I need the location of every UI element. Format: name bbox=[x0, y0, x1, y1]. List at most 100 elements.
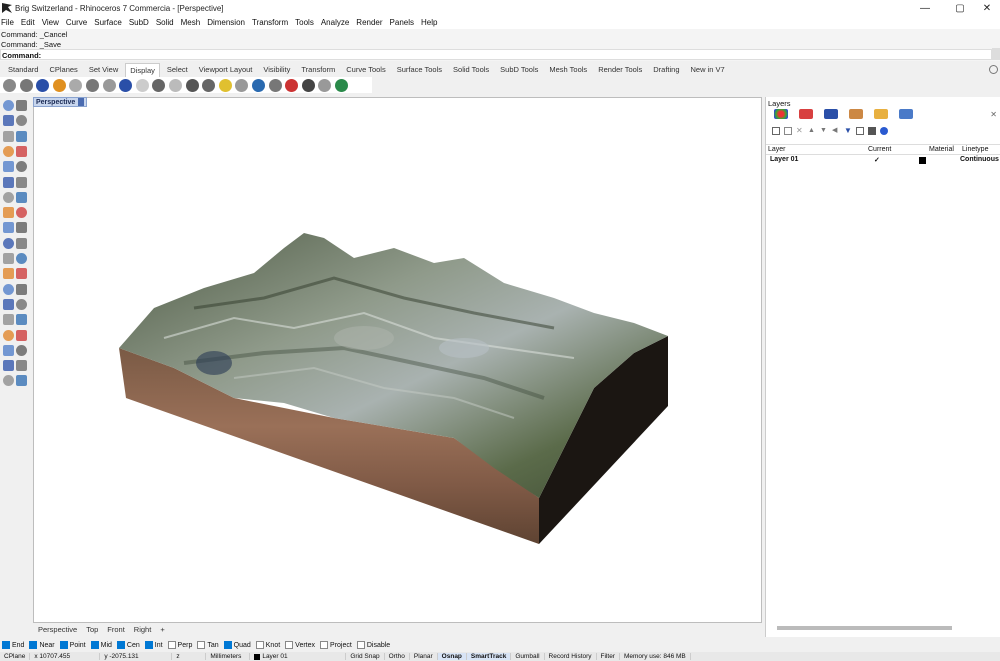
column-header-material[interactable]: Material bbox=[929, 146, 954, 153]
tab-set-view[interactable]: Set View bbox=[85, 63, 122, 77]
delete-icon[interactable]: ✕ bbox=[796, 127, 804, 135]
arctic-icon[interactable] bbox=[135, 78, 149, 92]
render-icon[interactable] bbox=[3, 375, 14, 387]
mirror-icon[interactable] bbox=[16, 298, 27, 310]
offset-icon[interactable] bbox=[3, 176, 14, 188]
check-icon[interactable] bbox=[16, 360, 27, 372]
move-icon[interactable] bbox=[3, 283, 14, 295]
perspective-viewport[interactable] bbox=[33, 97, 762, 623]
render-tab-icon[interactable] bbox=[849, 109, 863, 119]
split-icon[interactable] bbox=[16, 253, 27, 264]
layers-tab-icon[interactable] bbox=[799, 109, 813, 119]
toggle-record-history[interactable]: Record History bbox=[545, 653, 597, 660]
layer-tools-icon[interactable] bbox=[856, 127, 864, 135]
checkbox-icon[interactable] bbox=[167, 641, 176, 649]
menu-item-file[interactable]: File bbox=[1, 18, 14, 27]
tab-curve-tools[interactable]: Curve Tools bbox=[342, 63, 389, 77]
menu-item-subd[interactable]: SubD bbox=[129, 18, 149, 27]
fillet-icon[interactable] bbox=[16, 176, 27, 188]
checkbox-icon[interactable] bbox=[285, 641, 294, 649]
display-settings-icon[interactable] bbox=[285, 78, 299, 92]
cylinder-icon[interactable] bbox=[3, 222, 14, 234]
toggle-smarttrack[interactable]: SmartTrack bbox=[466, 653, 512, 660]
osnap-vertex[interactable]: Vertex bbox=[285, 641, 315, 649]
wireframe-icon[interactable] bbox=[3, 78, 16, 92]
array-icon[interactable] bbox=[3, 314, 14, 326]
help-tab-icon[interactable] bbox=[899, 109, 913, 119]
help-icon[interactable] bbox=[880, 127, 888, 135]
new-sublayer-icon[interactable] bbox=[784, 127, 792, 135]
polyline-icon[interactable] bbox=[3, 115, 14, 127]
checkbox-icon[interactable] bbox=[2, 641, 10, 649]
table-row[interactable]: Layer 01 ✓ Continuous bbox=[766, 155, 1000, 166]
viewport-tab-front[interactable]: Front bbox=[107, 625, 125, 634]
layer-linetype[interactable]: Continuous bbox=[960, 156, 999, 163]
osnap-near[interactable]: Near bbox=[29, 641, 55, 649]
toggle-osnap[interactable]: Osnap bbox=[437, 653, 467, 660]
technical-icon[interactable] bbox=[85, 78, 99, 92]
menu-item-transform[interactable]: Transform bbox=[252, 18, 288, 27]
join-icon[interactable] bbox=[3, 253, 14, 264]
settings-icon[interactable] bbox=[868, 127, 876, 135]
move-up-icon[interactable]: ▲ bbox=[808, 127, 816, 135]
checkbox-icon[interactable] bbox=[320, 641, 329, 649]
ghosted-icon[interactable] bbox=[52, 78, 66, 92]
render-preview-icon[interactable] bbox=[318, 78, 332, 92]
close-icon[interactable]: ✕ bbox=[972, 0, 1000, 16]
layout-icon[interactable] bbox=[334, 78, 348, 92]
explode-icon[interactable] bbox=[16, 237, 27, 249]
menu-item-mesh[interactable]: Mesh bbox=[181, 18, 201, 27]
osnap-knot[interactable]: Knot bbox=[255, 641, 280, 649]
layer-color-swatch[interactable] bbox=[919, 157, 926, 164]
checkbox-icon[interactable] bbox=[116, 641, 125, 649]
column-header-layer[interactable]: Layer bbox=[768, 146, 786, 153]
camera-icon[interactable] bbox=[235, 78, 249, 92]
rotate-icon[interactable] bbox=[16, 283, 27, 295]
tab-transform[interactable]: Transform bbox=[297, 63, 339, 77]
move-down-icon[interactable]: ▼ bbox=[820, 127, 828, 135]
command-scrollbar[interactable] bbox=[992, 48, 1000, 60]
tab-new-in-v7[interactable]: New in V7 bbox=[687, 63, 729, 77]
osnap-project[interactable]: Project bbox=[320, 641, 352, 649]
menu-item-render[interactable]: Render bbox=[356, 18, 382, 27]
checkbox-icon[interactable] bbox=[356, 641, 365, 649]
sphere-icon[interactable] bbox=[16, 207, 27, 219]
move-parent-icon[interactable]: ◀ bbox=[832, 127, 840, 135]
toggle-gumball[interactable]: Gumball bbox=[511, 653, 545, 660]
extrude-icon[interactable] bbox=[16, 191, 27, 203]
raytraced-icon[interactable] bbox=[152, 78, 166, 92]
tab-select[interactable]: Select bbox=[163, 63, 192, 77]
point-icon[interactable] bbox=[16, 100, 27, 111]
osnap-end[interactable]: End bbox=[2, 641, 24, 649]
boolean-icon[interactable] bbox=[16, 268, 27, 280]
tab-render-tools[interactable]: Render Tools bbox=[594, 63, 646, 77]
pen-icon[interactable] bbox=[119, 78, 133, 92]
material-icon[interactable] bbox=[16, 375, 27, 387]
toggle-grid-snap[interactable]: Grid Snap bbox=[346, 653, 385, 660]
monochrome-icon[interactable] bbox=[168, 78, 182, 92]
gear-icon[interactable] bbox=[989, 65, 998, 74]
layer-name[interactable]: Layer 01 bbox=[770, 156, 798, 163]
surface-icon[interactable] bbox=[3, 191, 14, 203]
curve-icon[interactable] bbox=[16, 115, 27, 127]
layer-icon[interactable] bbox=[16, 344, 27, 356]
analyze-icon[interactable] bbox=[3, 360, 14, 372]
light-icon[interactable] bbox=[218, 78, 232, 92]
checkbox-icon[interactable] bbox=[59, 641, 68, 649]
toggle-ortho[interactable]: Ortho bbox=[385, 653, 410, 660]
tab-viewport-layout[interactable]: Viewport Layout bbox=[195, 63, 257, 77]
select-icon[interactable] bbox=[3, 100, 14, 111]
osnap-quad[interactable]: Quad bbox=[223, 641, 251, 649]
freeform-icon[interactable] bbox=[16, 161, 27, 173]
add-viewport-tab-icon[interactable]: + bbox=[160, 625, 164, 634]
cone-icon[interactable] bbox=[16, 222, 27, 234]
toggle-filter[interactable]: Filter bbox=[597, 653, 620, 660]
osnap-point[interactable]: Point bbox=[59, 641, 86, 649]
shaded-icon[interactable] bbox=[19, 78, 33, 92]
artistic-icon[interactable] bbox=[102, 78, 116, 92]
tab-mesh-tools[interactable]: Mesh Tools bbox=[545, 63, 591, 77]
layer-color-swatch[interactable] bbox=[254, 653, 261, 660]
viewport-title-tab[interactable]: Perspective bbox=[33, 97, 88, 107]
checkbox-icon[interactable] bbox=[197, 641, 206, 649]
scale-icon[interactable] bbox=[3, 298, 14, 310]
